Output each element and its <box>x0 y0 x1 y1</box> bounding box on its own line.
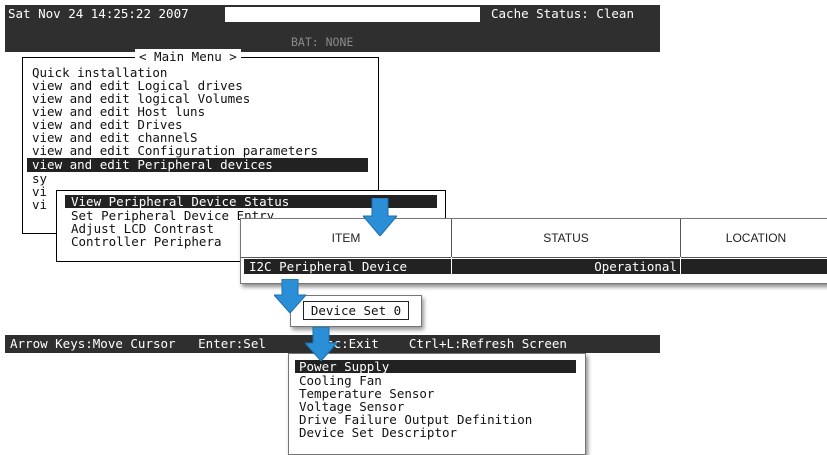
list-item-power-supply[interactable]: Power Supply <box>295 360 576 373</box>
list-item-device-set-descriptor[interactable]: Device Set Descriptor <box>299 426 457 439</box>
peripheral-status-table: ITEM STATUS LOCATION I2C Peripheral Devi… <box>240 218 827 284</box>
column-header-location: LOCATION <box>681 219 827 258</box>
device-set-popup: Device Set 0 <box>290 295 422 327</box>
column-header-item: ITEM <box>241 219 452 258</box>
column-header-status: STATUS <box>452 219 681 258</box>
menu-item-configuration-parameters[interactable]: view and edit Configuration parameters <box>32 144 318 158</box>
column-divider <box>451 257 452 275</box>
main-menu-title: < Main Menu > <box>135 49 241 64</box>
cache-status-label: Cache Status: Clean <box>491 6 634 21</box>
table-cell-status: Operational <box>594 259 677 274</box>
arrow-down-icon <box>305 327 337 361</box>
menu-item-vi-2[interactable]: vi <box>32 198 47 212</box>
battery-status: BAT: NONE <box>291 35 354 49</box>
top-status-bar: Sat Nov 24 14:25:22 2007 Cache Status: C… <box>5 5 660 30</box>
arrow-down-icon <box>274 279 306 313</box>
menu-item-peripheral-devices[interactable]: view and edit Peripheral devices <box>27 158 368 172</box>
datetime-label: Sat Nov 24 14:25:22 2007 <box>8 6 189 21</box>
device-type-list: Power Supply Cooling Fan Temperature Sen… <box>288 353 586 455</box>
key-hints-text: Arrow Keys:Move Cursor Enter:Sel Esc:Exi… <box>10 336 567 351</box>
column-divider <box>680 257 681 275</box>
status-input-field <box>225 7 480 22</box>
table-cell-item: I2C Peripheral Device <box>249 259 408 274</box>
device-set-item[interactable]: Device Set 0 <box>303 301 409 320</box>
submenu-controller-peripheral[interactable]: Controller Periphera <box>71 235 222 248</box>
battery-bar: BAT: NONE <box>5 30 660 52</box>
arrow-down-icon <box>363 198 397 236</box>
